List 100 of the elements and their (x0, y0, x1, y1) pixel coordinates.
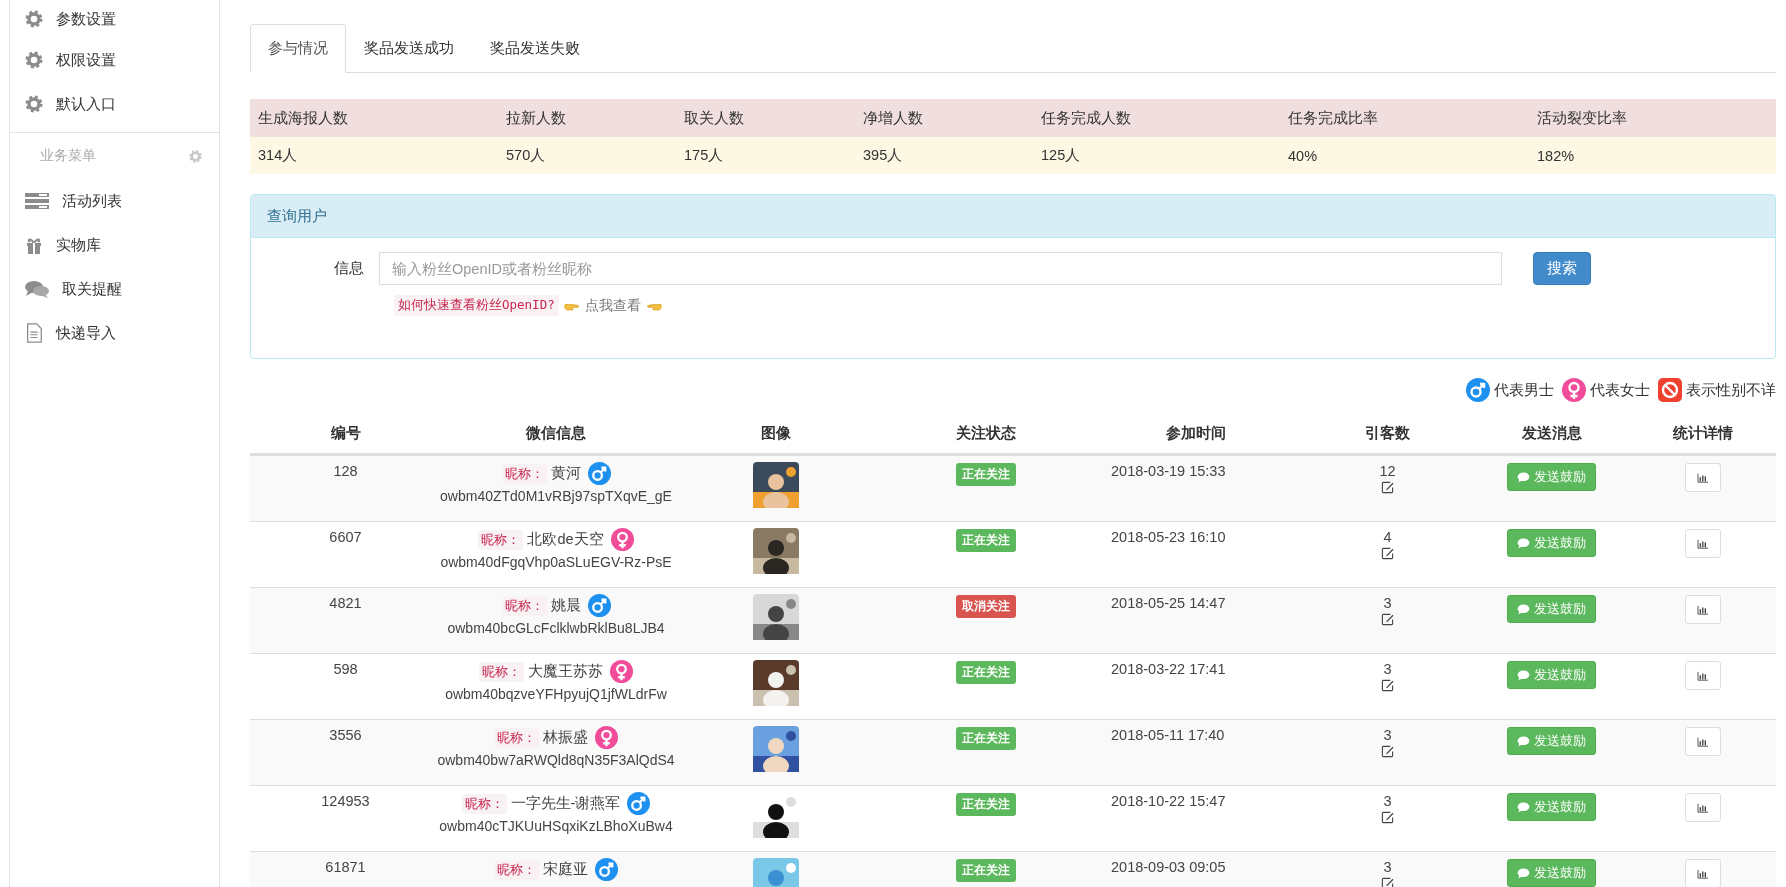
male-icon (1466, 378, 1490, 402)
column-header: 发送消息 (1520, 423, 1583, 443)
chat-bubble-icon (1517, 669, 1530, 681)
sidebar-item[interactable]: 参数设置 (10, 0, 219, 38)
field-label: 信息 (333, 259, 365, 278)
stat-label: 取关人数 (684, 108, 745, 128)
nickname: 黄河 (550, 464, 581, 483)
bar-chart-icon (1696, 802, 1709, 813)
bar-chart-icon (1696, 868, 1709, 879)
nickname: 林振盛 (543, 728, 588, 747)
stat-value: 175人 (684, 146, 725, 165)
column-header: 图像 (760, 423, 792, 443)
bar-chart-icon (1696, 670, 1709, 681)
tab[interactable]: 奖品发送失败 (472, 24, 598, 73)
chat-bubble-icon (1517, 603, 1530, 615)
join-time: 2018-05-23 16:10 (1111, 529, 1226, 545)
referral-count: 12 (1379, 463, 1396, 479)
chat-bubble-icon (1517, 471, 1530, 483)
openid-text: owbm40cTJKUuHSqxiKzLBhoXuBw4 (439, 818, 673, 834)
referral-count: 3 (1383, 859, 1392, 875)
openid-text: owbm40ZTd0M1vRBj97spTXqvE_gE (440, 488, 672, 504)
gift-icon (24, 235, 44, 255)
statistics-button[interactable] (1684, 595, 1721, 624)
nickname: 一字先生-谢燕军 (510, 794, 621, 813)
nickname: 大魔王苏苏 (528, 662, 603, 681)
help-link[interactable]: 点我查看 (584, 296, 641, 315)
statistics-button[interactable] (1684, 793, 1721, 822)
join-time: 2018-09-03 09:05 (1111, 859, 1226, 875)
referral-count: 3 (1383, 727, 1392, 743)
referral-count: 3 (1383, 793, 1392, 809)
openid-text: owbm40dFgqVhp0aSLuEGV-Rz-PsE (440, 554, 672, 570)
edit-icon[interactable] (1381, 481, 1394, 494)
referral-count: 3 (1383, 661, 1392, 677)
statistics-button[interactable] (1684, 463, 1721, 492)
stat-label: 拉新人数 (506, 108, 567, 128)
search-field[interactable]: 输入粉丝OpenID或者粉丝昵称 (379, 252, 1502, 285)
id-text: 6607 (329, 529, 362, 545)
stat-value: 40% (1288, 147, 1319, 164)
tab[interactable]: 奖品发送成功 (346, 24, 472, 73)
sidebar-item[interactable]: 活动列表 (10, 179, 219, 223)
edit-icon[interactable] (1381, 811, 1394, 824)
column-header: 关注状态 (955, 423, 1017, 443)
edit-icon[interactable] (1381, 877, 1394, 887)
edit-icon[interactable] (1381, 547, 1394, 560)
statistics-button[interactable] (1684, 661, 1721, 690)
openid-text: owbm40bqzveYFHpyujQ1jfWLdrFw (445, 686, 667, 702)
id-text: 61871 (325, 859, 366, 875)
stat-label: 任务完成人数 (1041, 108, 1132, 128)
status-label: 正在关注 (956, 661, 1016, 684)
nickname-label: 昵称： (479, 661, 524, 682)
statistics-button[interactable] (1684, 529, 1721, 558)
join-time: 2018-05-25 14:47 (1111, 595, 1226, 611)
stat-value: 570人 (506, 146, 547, 165)
gear-icon[interactable] (188, 148, 203, 164)
edit-icon[interactable] (1381, 613, 1394, 626)
sidebar-item[interactable]: 权限设置 (10, 38, 219, 82)
status-label: 正在关注 (956, 727, 1016, 750)
chat-bubble-icon (1517, 801, 1530, 813)
stat-label: 净增人数 (863, 108, 924, 128)
column-header: 微信信息 (525, 423, 587, 443)
nickname-label: 昵称： (494, 859, 539, 880)
openid-text: owbm40bcGLcFclklwbRklBu8LJB4 (447, 620, 665, 636)
legend-label: 代表男士 (1494, 380, 1554, 400)
referral-count: 4 (1383, 529, 1392, 545)
edit-icon[interactable] (1381, 679, 1394, 692)
nickname: 姚晨 (550, 596, 581, 615)
bar-chart-icon (1696, 538, 1709, 549)
join-time: 2018-03-19 15:33 (1111, 463, 1226, 479)
chat-bubble-icon (1517, 735, 1530, 747)
stat-label: 生成海报人数 (258, 108, 349, 128)
document-icon (24, 323, 44, 343)
section-heading: 业务菜单 (40, 147, 96, 165)
column-header: 引客数 (1364, 423, 1411, 443)
stat-value: 125人 (1041, 146, 1082, 165)
status-label: 取消关注 (956, 595, 1016, 618)
sidebar-item[interactable]: 实物库 (10, 223, 219, 267)
panel-title: 查询用户 (267, 206, 327, 226)
edit-icon[interactable] (1381, 745, 1394, 758)
sidebar-item[interactable]: 默认入口 (10, 82, 219, 126)
bar-chart-icon (1696, 736, 1709, 747)
stat-label: 任务完成比率 (1288, 108, 1379, 128)
search-button[interactable]: 搜索 (1533, 252, 1591, 285)
statistics-button[interactable] (1684, 727, 1721, 756)
referral-count: 3 (1383, 595, 1392, 611)
sidebar-item[interactable]: 快递导入 (10, 311, 219, 355)
nickname-label: 昵称： (461, 793, 507, 814)
id-text: 124953 (321, 793, 370, 809)
tab[interactable]: 参与情况 (250, 24, 346, 73)
female-icon (1562, 378, 1586, 402)
status-label: 正在关注 (956, 529, 1016, 552)
column-header: 编号 (329, 423, 362, 443)
gear-icon (24, 9, 44, 29)
join-time: 2018-10-22 15:47 (1111, 793, 1226, 809)
nickname: 宋庭亚 (543, 860, 588, 879)
join-time: 2018-03-22 17:41 (1111, 661, 1226, 677)
stat-value: 314人 (258, 146, 299, 165)
openid-text: owbm40bw7aRWQld8qN35F3AlQdS4 (437, 752, 675, 768)
chat-bubble-icon (1517, 867, 1530, 879)
statistics-button[interactable] (1684, 859, 1721, 887)
sidebar-item[interactable]: 取关提醒 (10, 267, 219, 311)
